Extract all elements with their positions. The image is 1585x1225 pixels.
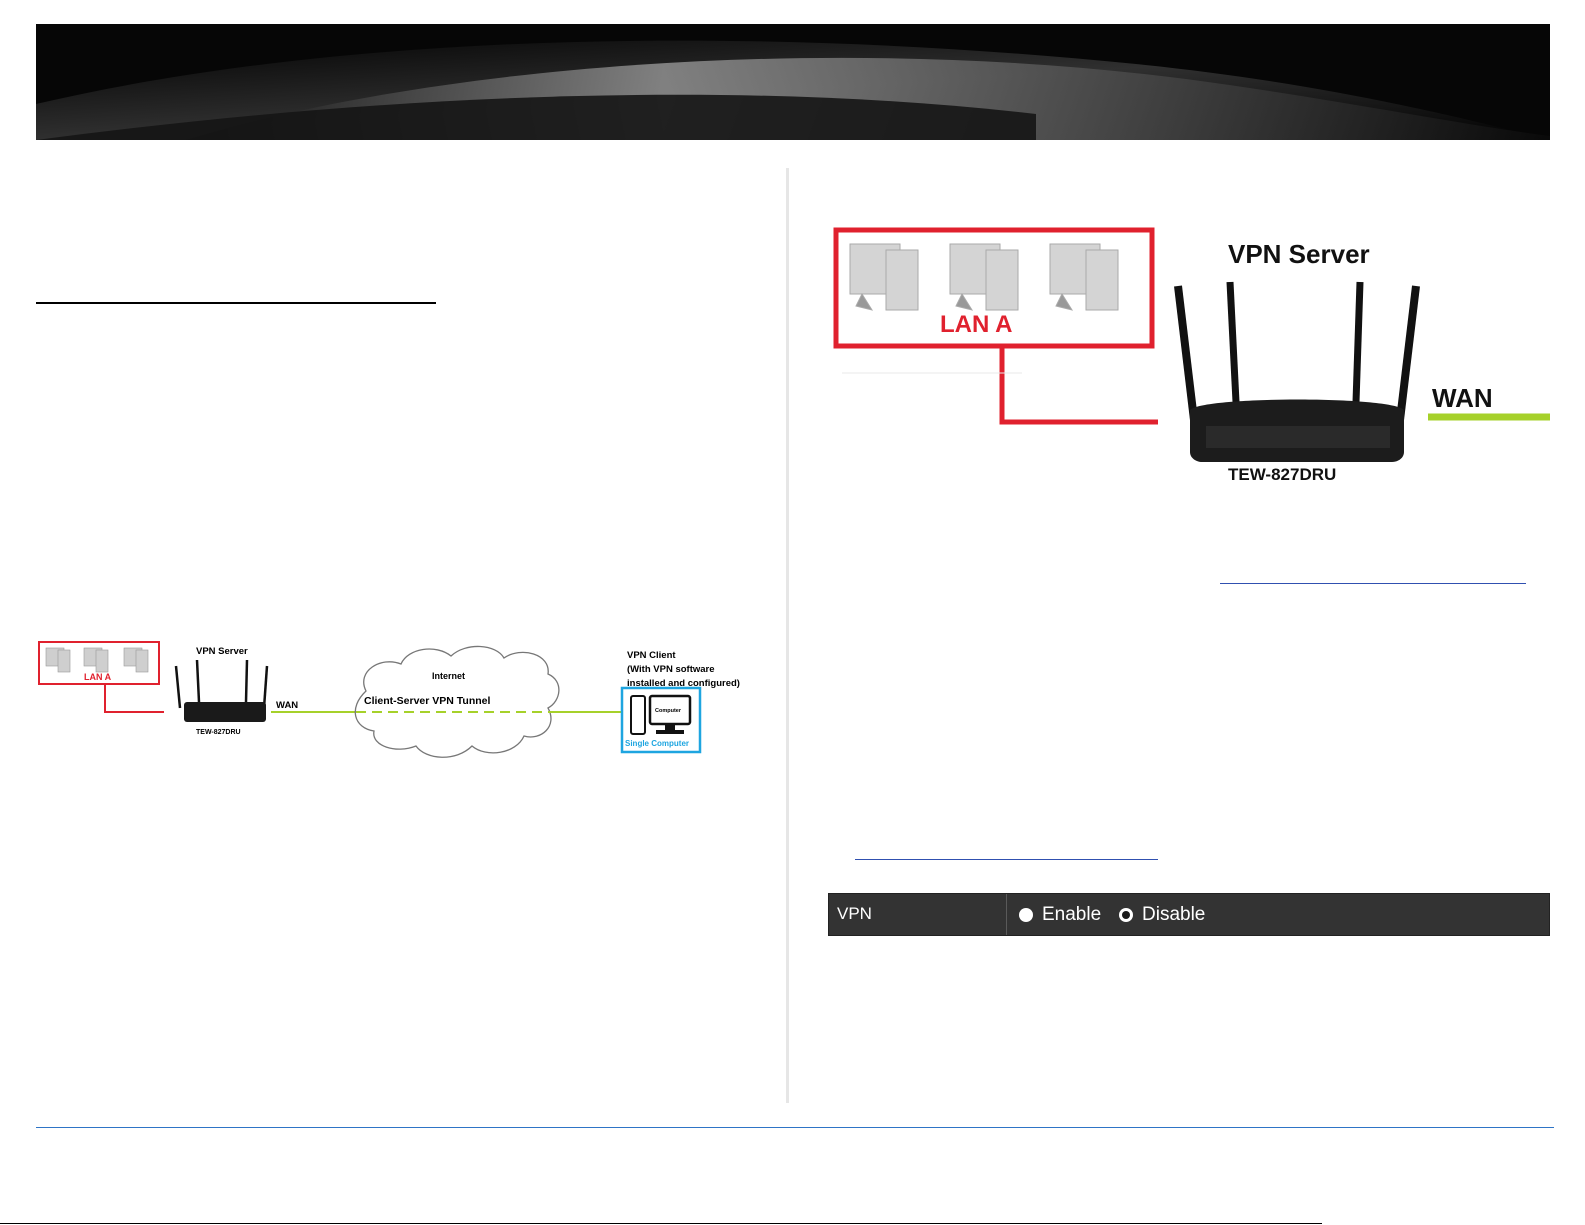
header-swoosh-graphic: [36, 24, 1550, 140]
lan-link: [999, 346, 1158, 425]
tunnel-label: Client-Server VPN Tunnel: [364, 695, 490, 707]
wan-label: WAN: [276, 700, 298, 711]
client-server-vpn-diagram: LAN A VPN Server TEW-827DRU WAN Internet…: [38, 641, 740, 758]
column-divider: [786, 168, 789, 1103]
vpn-server-label: VPN Server: [1228, 239, 1370, 269]
wan-label: WAN: [1432, 383, 1493, 413]
vpn-server-diagram: LAN A VPN Server TEW-827DRU WAN: [833, 227, 1550, 484]
router-model-label: TEW-827DRU: [1228, 465, 1336, 484]
enable-label: Enable: [1042, 903, 1102, 925]
single-computer-label: Single Computer: [625, 739, 689, 748]
disable-radio[interactable]: [1119, 907, 1133, 922]
lan-link: [104, 684, 164, 713]
vpn-disable-option[interactable]: Disable: [1119, 894, 1205, 935]
hyperlink-underline[interactable]: [1220, 583, 1526, 584]
vpn-enable-option[interactable]: Enable: [1019, 894, 1101, 935]
router-icon: [174, 659, 269, 722]
lan-label: LAN A: [940, 311, 1012, 338]
router-icon: [1174, 281, 1420, 462]
vpn-setting-row: VPN Enable Disable: [828, 893, 1550, 936]
header-banner: [36, 24, 1550, 140]
computer-label: Computer: [655, 708, 682, 714]
disable-label: Disable: [1142, 903, 1206, 925]
internet-label: Internet: [432, 671, 465, 681]
enable-radio[interactable]: [1019, 907, 1033, 922]
vpn-setting-label: VPN: [829, 894, 1007, 935]
section-heading-underline: [36, 302, 436, 304]
router-model-label: TEW-827DRU: [196, 729, 241, 736]
vpn-server-label: VPN Server: [196, 646, 248, 657]
footer-rule: [36, 1127, 1554, 1128]
vpn-client-label: VPN Client: [627, 650, 676, 661]
bottom-rule: [0, 1223, 1322, 1224]
lan-label: LAN A: [84, 672, 112, 682]
hyperlink-underline[interactable]: [855, 859, 1158, 860]
vpn-client-note-1: (With VPN software: [627, 664, 715, 675]
